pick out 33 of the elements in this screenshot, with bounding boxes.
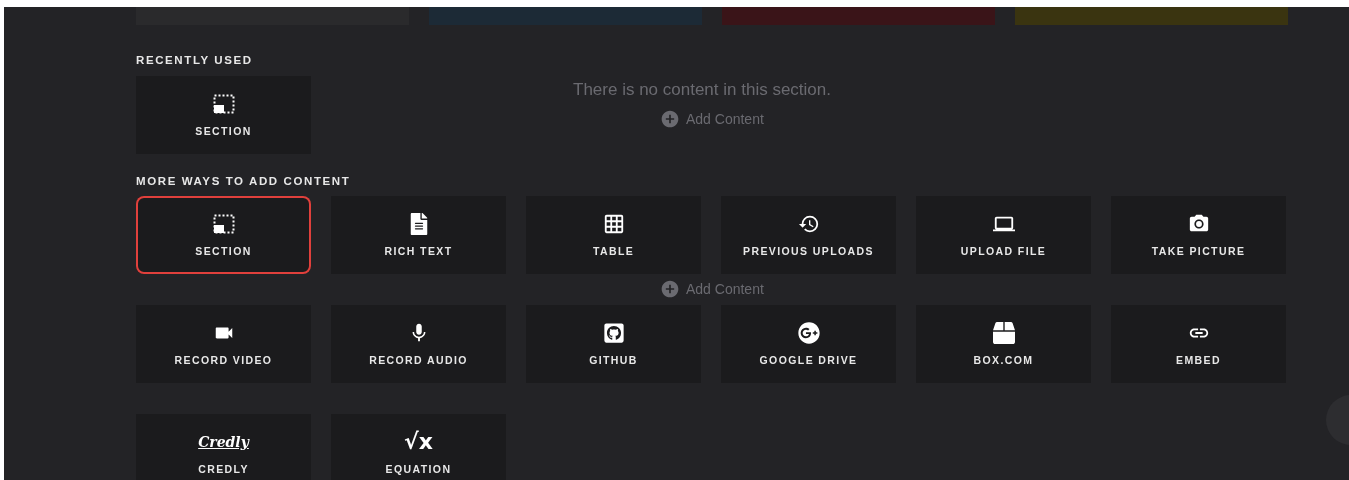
github-icon (602, 322, 625, 344)
content-type-tile[interactable]: GITHUB (526, 305, 701, 383)
content-type-tile[interactable]: BOX.COM (916, 305, 1091, 383)
grid-icon (602, 213, 625, 235)
section-icon (212, 93, 235, 115)
content-type-tile[interactable]: SECTION (136, 76, 311, 154)
content-type-tile[interactable]: SECTION (136, 196, 311, 274)
box-icon (992, 322, 1015, 344)
course-card[interactable] (136, 7, 409, 25)
plus-icon (660, 279, 680, 299)
content-type-tile[interactable]: UPLOAD FILE (916, 196, 1091, 274)
credly-logo: Credly (198, 433, 249, 452)
empty-section-message: There is no content in this section. (573, 80, 831, 100)
content-type-tile[interactable]: RECORD AUDIO (331, 305, 506, 383)
content-type-tile[interactable]: Credly CREDLY (136, 414, 311, 480)
section-heading: MORE WAYS TO ADD CONTENT (136, 175, 352, 187)
content-type-tile[interactable]: EMBED (1111, 305, 1286, 383)
plus-icon (660, 109, 680, 129)
content-type-tile[interactable]: RECORD VIDEO (136, 305, 311, 383)
course-card[interactable] (1015, 7, 1288, 25)
square-root-icon: √x (404, 431, 433, 453)
content-type-tile[interactable]: √x EQUATION (331, 414, 506, 480)
section-heading: RECENTLY USED (136, 54, 254, 66)
content-type-tile[interactable]: GOOGLE DRIVE (721, 305, 896, 383)
content-type-tile[interactable]: PREVIOUS UPLOADS (721, 196, 896, 274)
section-icon (212, 213, 235, 235)
content-type-tile[interactable]: TAKE PICTURE (1111, 196, 1286, 274)
content-type-tile[interactable]: RICH TEXT (331, 196, 506, 274)
course-card[interactable] (722, 7, 995, 25)
google-plus-icon (797, 322, 820, 344)
history-icon (797, 213, 820, 235)
content-type-tile[interactable]: TABLE (526, 196, 701, 274)
course-card[interactable] (429, 7, 702, 25)
